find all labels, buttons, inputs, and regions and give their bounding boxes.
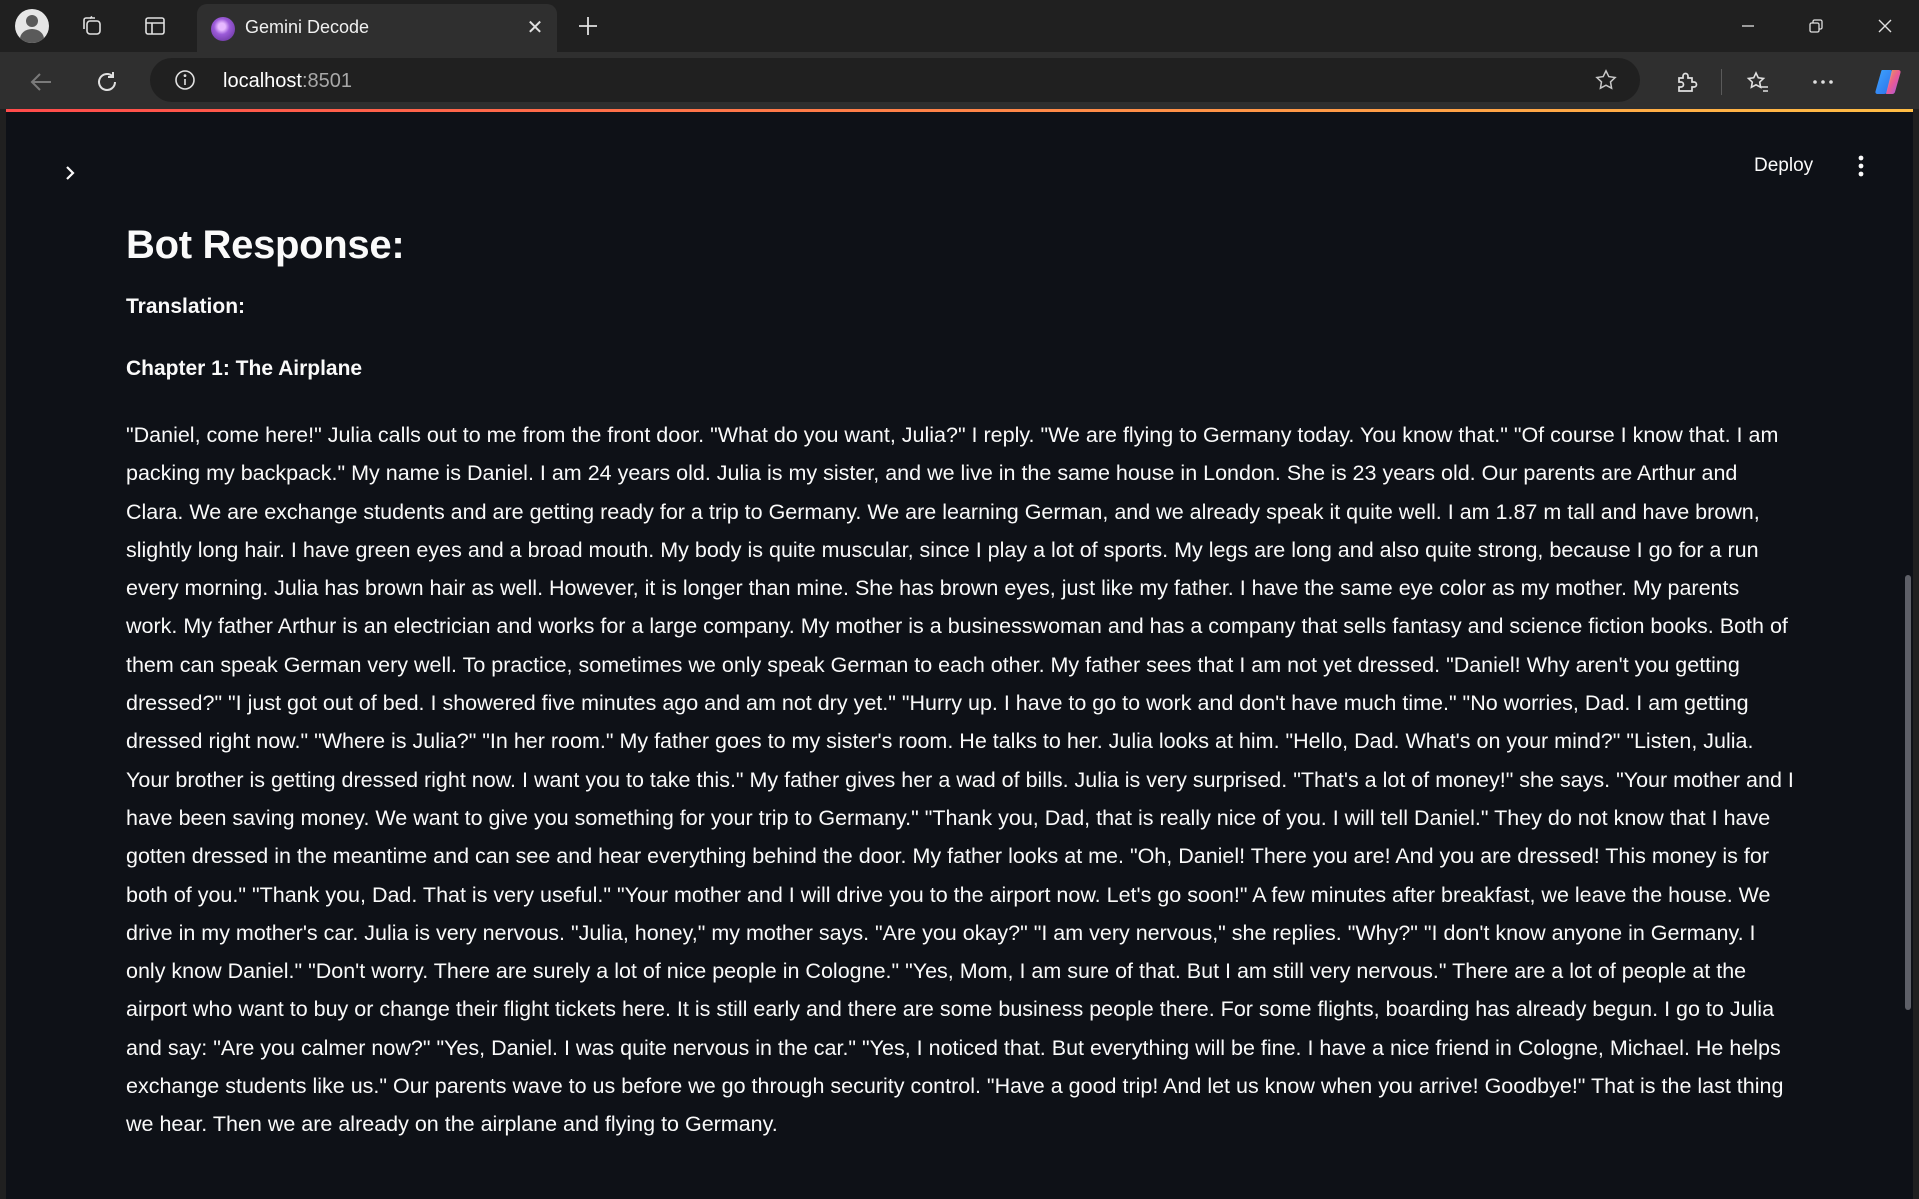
scrollbar-thumb[interactable] xyxy=(1905,575,1911,1010)
url-text[interactable]: localhost:8501 xyxy=(223,70,352,93)
new-tab-plus-icon[interactable] xyxy=(570,8,606,44)
favorites-icon[interactable] xyxy=(1738,62,1778,102)
site-info-icon[interactable] xyxy=(174,69,196,91)
browser-title-bar: Gemini Decode ✕ xyxy=(0,0,1919,52)
back-arrow-icon[interactable] xyxy=(22,62,62,102)
profile-icon[interactable] xyxy=(14,8,50,44)
favorite-star-icon[interactable] xyxy=(1594,68,1618,92)
copilot-icon[interactable] xyxy=(1868,62,1908,102)
sidebar-expand-chevron-right-icon[interactable] xyxy=(56,159,84,187)
main-menu-vertical-ellipsis-icon[interactable] xyxy=(1846,151,1876,181)
address-bar[interactable]: localhost:8501 xyxy=(150,58,1640,102)
restore-window-button[interactable] xyxy=(1782,0,1850,52)
extensions-puzzle-icon[interactable] xyxy=(1666,62,1706,102)
url-port: :8501 xyxy=(301,70,352,92)
workspaces-icon[interactable] xyxy=(74,8,110,44)
tab-actions-icon[interactable] xyxy=(137,8,173,44)
tab-close-icon[interactable]: ✕ xyxy=(523,16,547,40)
tab-title: Gemini Decode xyxy=(245,17,370,37)
chapter-title: Chapter 1: The Airplane xyxy=(126,357,363,380)
deploy-button[interactable]: Deploy xyxy=(1742,151,1825,181)
toolbar-divider xyxy=(1721,69,1722,95)
story-text: "Daniel, come here!" Julia calls out to … xyxy=(126,423,1794,1137)
app-viewport: Deploy Bot Response: Translation: Chapte… xyxy=(6,109,1913,1199)
translation-label: Translation: xyxy=(126,295,246,318)
page-title: Bot Response: xyxy=(126,223,405,267)
minimize-window-button[interactable] xyxy=(1714,0,1782,52)
tab-favicon-icon xyxy=(211,17,235,41)
header-decoration-bar xyxy=(6,109,1913,112)
url-host: localhost xyxy=(223,70,302,92)
browser-toolbar: localhost:8501 xyxy=(0,52,1919,109)
more-ellipsis-icon[interactable] xyxy=(1803,62,1843,102)
main-content: Bot Response: Translation: Chapter 1: Th… xyxy=(126,209,1796,1144)
browser-tab-active[interactable]: Gemini Decode ✕ xyxy=(197,4,557,52)
scrollbar[interactable] xyxy=(1903,109,1913,1199)
close-window-button[interactable] xyxy=(1851,0,1919,52)
reload-icon[interactable] xyxy=(87,62,127,102)
